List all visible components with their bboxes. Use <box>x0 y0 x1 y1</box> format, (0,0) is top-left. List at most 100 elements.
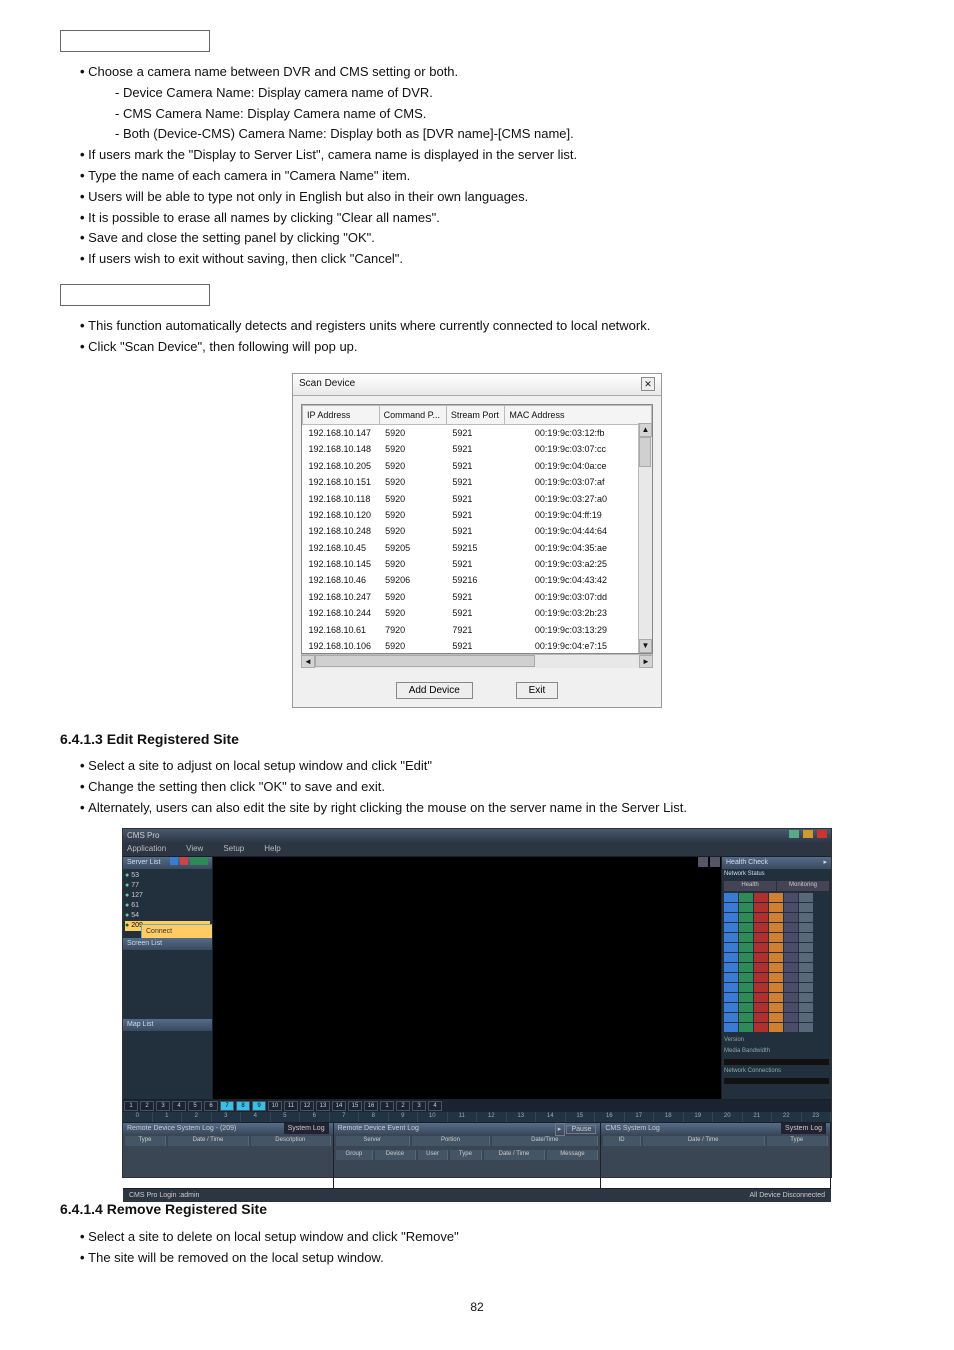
scroll-thumb[interactable] <box>639 437 651 467</box>
channel-button[interactable]: 9 <box>252 1101 266 1111</box>
table-row[interactable]: 192.168.10.45592055921500:19:9c:04:35:ae <box>303 540 652 556</box>
panel-btn-icon[interactable] <box>180 857 188 865</box>
channel-button[interactable]: 5 <box>188 1101 202 1111</box>
cell: 192.168.10.244 <box>303 605 380 621</box>
channel-button[interactable]: 10 <box>268 1101 282 1111</box>
channel-button[interactable]: 8 <box>236 1101 250 1111</box>
scroll-up-icon[interactable]: ▲ <box>639 423 652 437</box>
th-message[interactable]: Message <box>547 1150 598 1160</box>
hour-tick: 13 <box>507 1112 537 1122</box>
table-row[interactable]: 192.168.10.2445920592100:19:9c:03:2b:23 <box>303 605 652 621</box>
close-icon[interactable] <box>817 830 827 838</box>
channel-button[interactable]: 16 <box>364 1101 378 1111</box>
th-type[interactable]: Type <box>450 1150 481 1160</box>
table-row[interactable]: 192.168.10.1485920592100:19:9c:03:07:cc <box>303 441 652 457</box>
channel-button[interactable]: 1 <box>380 1101 394 1111</box>
timeline-ruler[interactable]: 01234567891011121314151617181920212223 <box>123 1112 831 1122</box>
table-row[interactable]: 192.168.10.46592065921600:19:9c:04:43:42 <box>303 572 652 588</box>
minimize-icon[interactable] <box>789 830 799 838</box>
panel-btn-icon[interactable] <box>170 857 178 865</box>
table-row[interactable]: 192.168.10.2055920592100:19:9c:04:0a:ce <box>303 458 652 474</box>
channel-button[interactable]: 11 <box>284 1101 298 1111</box>
col-streamport[interactable]: Stream Port <box>446 405 505 424</box>
th-server[interactable]: Server <box>336 1136 410 1146</box>
health-cell <box>754 1023 768 1032</box>
scroll-down-icon[interactable]: ▼ <box>639 639 652 653</box>
th-group[interactable]: Group <box>336 1150 374 1160</box>
channel-button[interactable]: 6 <box>204 1101 218 1111</box>
table-row[interactable]: 192.168.10.1205920592100:19:9c:04:ff:19 <box>303 507 652 523</box>
tree-node[interactable]: ● 77 <box>125 881 210 891</box>
channel-button[interactable]: 2 <box>396 1101 410 1111</box>
table-row[interactable]: 192.168.10.1515920592100:19:9c:03:07:af <box>303 474 652 490</box>
th-datetime[interactable]: Date / Time <box>168 1136 249 1146</box>
scroll-thumb-h[interactable] <box>315 655 535 667</box>
table-row[interactable]: 192.168.10.1065920592100:19:9c:04:e7:15 <box>303 638 652 654</box>
channel-button[interactable]: 15 <box>348 1101 362 1111</box>
table-row[interactable]: 192.168.10.617920792100:19:9c:03:13:29 <box>303 622 652 638</box>
health-cell <box>799 983 813 992</box>
ctx-connect[interactable]: Connect <box>142 925 212 938</box>
th-type[interactable]: Type <box>767 1136 828 1146</box>
horizontal-scrollbar[interactable]: ◄ ► <box>301 654 653 668</box>
channel-button[interactable]: 1 <box>124 1101 138 1111</box>
scroll-right-icon[interactable]: ► <box>639 655 653 668</box>
cell: 192.168.10.61 <box>303 622 380 638</box>
tree-node[interactable]: ● 127 <box>125 891 210 901</box>
close-icon[interactable]: ✕ <box>641 377 655 391</box>
col-ip[interactable]: IP Address <box>303 405 380 424</box>
menu-application[interactable]: Application <box>127 843 166 856</box>
tree-node[interactable]: ● 61 <box>125 901 210 911</box>
toolbar-icon[interactable] <box>710 857 720 867</box>
health-cell <box>739 933 753 942</box>
maximize-icon[interactable] <box>803 830 813 838</box>
th-desc[interactable]: Description <box>251 1136 331 1146</box>
table-row[interactable]: 192.168.10.1475920592100:19:9c:03:12:fb <box>303 424 652 441</box>
panel-btn-icon[interactable] <box>190 857 208 865</box>
menu-help[interactable]: Help <box>264 843 280 856</box>
pause-button[interactable]: Pause <box>566 1125 596 1134</box>
th-datetime[interactable]: Date/Time <box>492 1136 598 1146</box>
th-type[interactable]: Type <box>125 1136 166 1146</box>
col-cmdport[interactable]: Command P... <box>379 405 446 424</box>
figure-placeholder <box>60 284 210 306</box>
channel-button[interactable]: 2 <box>140 1101 154 1111</box>
system-log-tab[interactable]: System Log <box>284 1123 329 1134</box>
vertical-scrollbar[interactable]: ▲ ▼ <box>638 423 652 653</box>
channel-button[interactable]: 7 <box>220 1101 234 1111</box>
channel-button[interactable]: 3 <box>412 1101 426 1111</box>
th-datetime[interactable]: Date / Time <box>643 1136 765 1146</box>
channel-button[interactable]: 3 <box>156 1101 170 1111</box>
table-row[interactable]: 192.168.10.2475920592100:19:9c:03:07:dd <box>303 589 652 605</box>
menu-setup[interactable]: Setup <box>223 843 244 856</box>
tree-node[interactable]: ● 54 <box>125 911 210 921</box>
channel-button[interactable]: 4 <box>428 1101 442 1111</box>
th-user[interactable]: User <box>418 1150 449 1160</box>
col-mac[interactable]: MAC Address <box>505 405 652 424</box>
cell: 59206 <box>379 572 446 588</box>
channel-button[interactable]: 4 <box>172 1101 186 1111</box>
map-list-panel <box>123 1031 212 1100</box>
health-cell <box>754 913 768 922</box>
table-row[interactable]: 192.168.10.1185920592100:19:9c:03:27:a0 <box>303 491 652 507</box>
toolbar-icon[interactable] <box>698 857 708 867</box>
scroll-left-icon[interactable]: ◄ <box>301 655 315 668</box>
channel-button[interactable]: 13 <box>316 1101 330 1111</box>
th-datetime[interactable]: Date / Time <box>484 1150 546 1160</box>
menu-view[interactable]: View <box>186 843 203 856</box>
channel-button[interactable]: 12 <box>300 1101 314 1111</box>
cell: 192.168.10.45 <box>303 540 380 556</box>
table-row[interactable]: 192.168.10.2485920592100:19:9c:04:44:64 <box>303 523 652 539</box>
play-icon[interactable]: ▸ <box>555 1123 565 1136</box>
table-row[interactable]: 192.168.10.1455920592100:19:9c:03:a2:25 <box>303 556 652 572</box>
th-device[interactable]: Device <box>375 1150 415 1160</box>
th-id[interactable]: ID <box>603 1136 641 1146</box>
th-portion[interactable]: Portion <box>412 1136 491 1146</box>
exit-button[interactable]: Exit <box>516 682 559 699</box>
add-device-button[interactable]: Add Device <box>396 682 473 699</box>
tree-node[interactable]: ● 53 <box>125 871 210 881</box>
map-list-header: Map List <box>123 1019 212 1031</box>
health-cell <box>724 923 738 932</box>
channel-button[interactable]: 14 <box>332 1101 346 1111</box>
system-log-tab[interactable]: System Log <box>781 1123 826 1134</box>
